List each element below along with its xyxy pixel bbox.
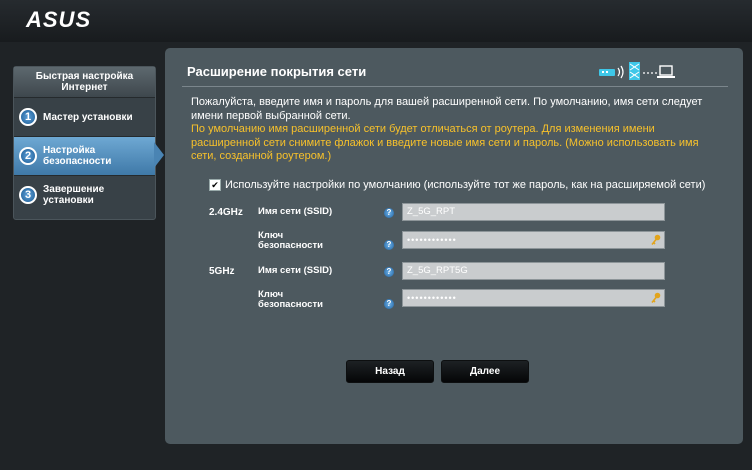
- repeater-topology-icon: [599, 62, 675, 80]
- description-note: По умолчанию имя расширенной сети будет …: [191, 123, 699, 162]
- wizard-sidebar: Быстрая настройка Интернет 1 Мастер уста…: [13, 66, 156, 220]
- band-label-2g: 2.4GHz: [209, 207, 243, 218]
- title-divider: [182, 86, 728, 87]
- main-panel: Расширение покрытия сети Пожалуйста, вве…: [165, 48, 743, 444]
- default-settings-row: ✔ Используйте настройки по умолчанию (ис…: [209, 179, 705, 191]
- ssid-input-5g[interactable]: Z_5G_RPT5G: [402, 262, 665, 280]
- security-key-input-2g[interactable]: ••••••••••••: [402, 231, 665, 249]
- sidebar-step-finish[interactable]: 3 Завершение установки: [14, 176, 155, 214]
- description: Пожалуйста, введите имя и пароль для ваш…: [191, 96, 721, 164]
- next-button[interactable]: Далее: [441, 360, 529, 383]
- sidebar-step-security[interactable]: 2 Настройка безопасности: [14, 137, 155, 176]
- step-label: Настройка безопасности: [43, 145, 112, 167]
- description-text: Пожалуйста, введите имя и пароль для ваш…: [191, 96, 703, 122]
- sidebar-header: Быстрая настройка Интернет: [14, 67, 155, 98]
- step-number-2-icon: 2: [19, 147, 37, 165]
- key-icon[interactable]: [651, 292, 661, 304]
- sidebar-step-setup-wizard[interactable]: 1 Мастер установки: [14, 98, 155, 137]
- step-number-3-icon: 3: [19, 186, 37, 204]
- help-icon[interactable]: ?: [384, 208, 394, 218]
- ssid-label-5g: Имя сети (SSID): [258, 265, 333, 276]
- step-label: Завершение установки: [43, 184, 105, 206]
- help-icon[interactable]: ?: [384, 267, 394, 277]
- key-label-5g: Ключ безопасности: [258, 289, 323, 310]
- help-icon[interactable]: ?: [384, 299, 394, 309]
- key-label-2g: Ключ безопасности: [258, 230, 323, 251]
- key-icon[interactable]: [651, 234, 661, 246]
- ssid-label-2g: Имя сети (SSID): [258, 206, 333, 217]
- help-icon[interactable]: ?: [384, 240, 394, 250]
- top-bar: ASUS: [0, 0, 752, 42]
- page-title: Расширение покрытия сети: [187, 64, 367, 79]
- asus-logo: ASUS: [26, 7, 92, 32]
- active-step-arrow-icon: [154, 142, 164, 168]
- default-settings-label: Используйте настройки по умолчанию (испо…: [225, 179, 706, 191]
- default-settings-checkbox[interactable]: ✔: [209, 179, 221, 191]
- ssid-input-2g[interactable]: Z_5G_RPT: [402, 203, 665, 221]
- band-label-5g: 5GHz: [209, 266, 235, 277]
- security-key-input-5g[interactable]: ••••••••••••: [402, 289, 665, 307]
- step-label: Мастер установки: [43, 111, 133, 123]
- back-button[interactable]: Назад: [346, 360, 434, 383]
- step-number-1-icon: 1: [19, 108, 37, 126]
